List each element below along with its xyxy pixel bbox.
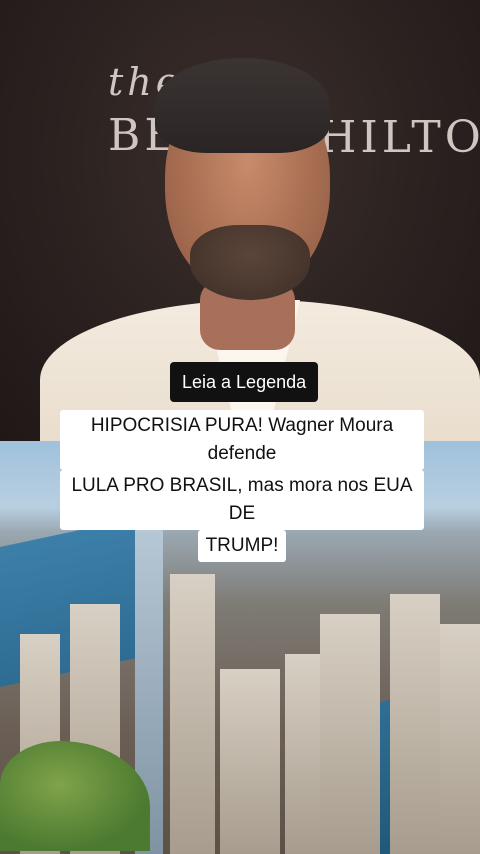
building <box>320 614 380 854</box>
backdrop-logo-hilton: HILTON <box>318 112 480 163</box>
building <box>390 594 440 854</box>
park <box>0 741 150 851</box>
beard <box>190 225 310 300</box>
caption-line-3: TRUMP! <box>197 530 287 562</box>
hair <box>155 58 330 153</box>
building <box>220 669 280 854</box>
building <box>440 624 480 854</box>
caption-line-2: LULA PRO BRASIL, mas mora nos EUA DE <box>60 470 424 530</box>
caption-line-1: HIPOCRISIA PURA! Wagner Moura defende <box>60 410 424 470</box>
caption-text-block: HIPOCRISIA PURA! Wagner Moura defende LU… <box>60 410 424 562</box>
building <box>170 574 215 854</box>
read-caption-badge: Leia a Legenda <box>170 362 319 402</box>
